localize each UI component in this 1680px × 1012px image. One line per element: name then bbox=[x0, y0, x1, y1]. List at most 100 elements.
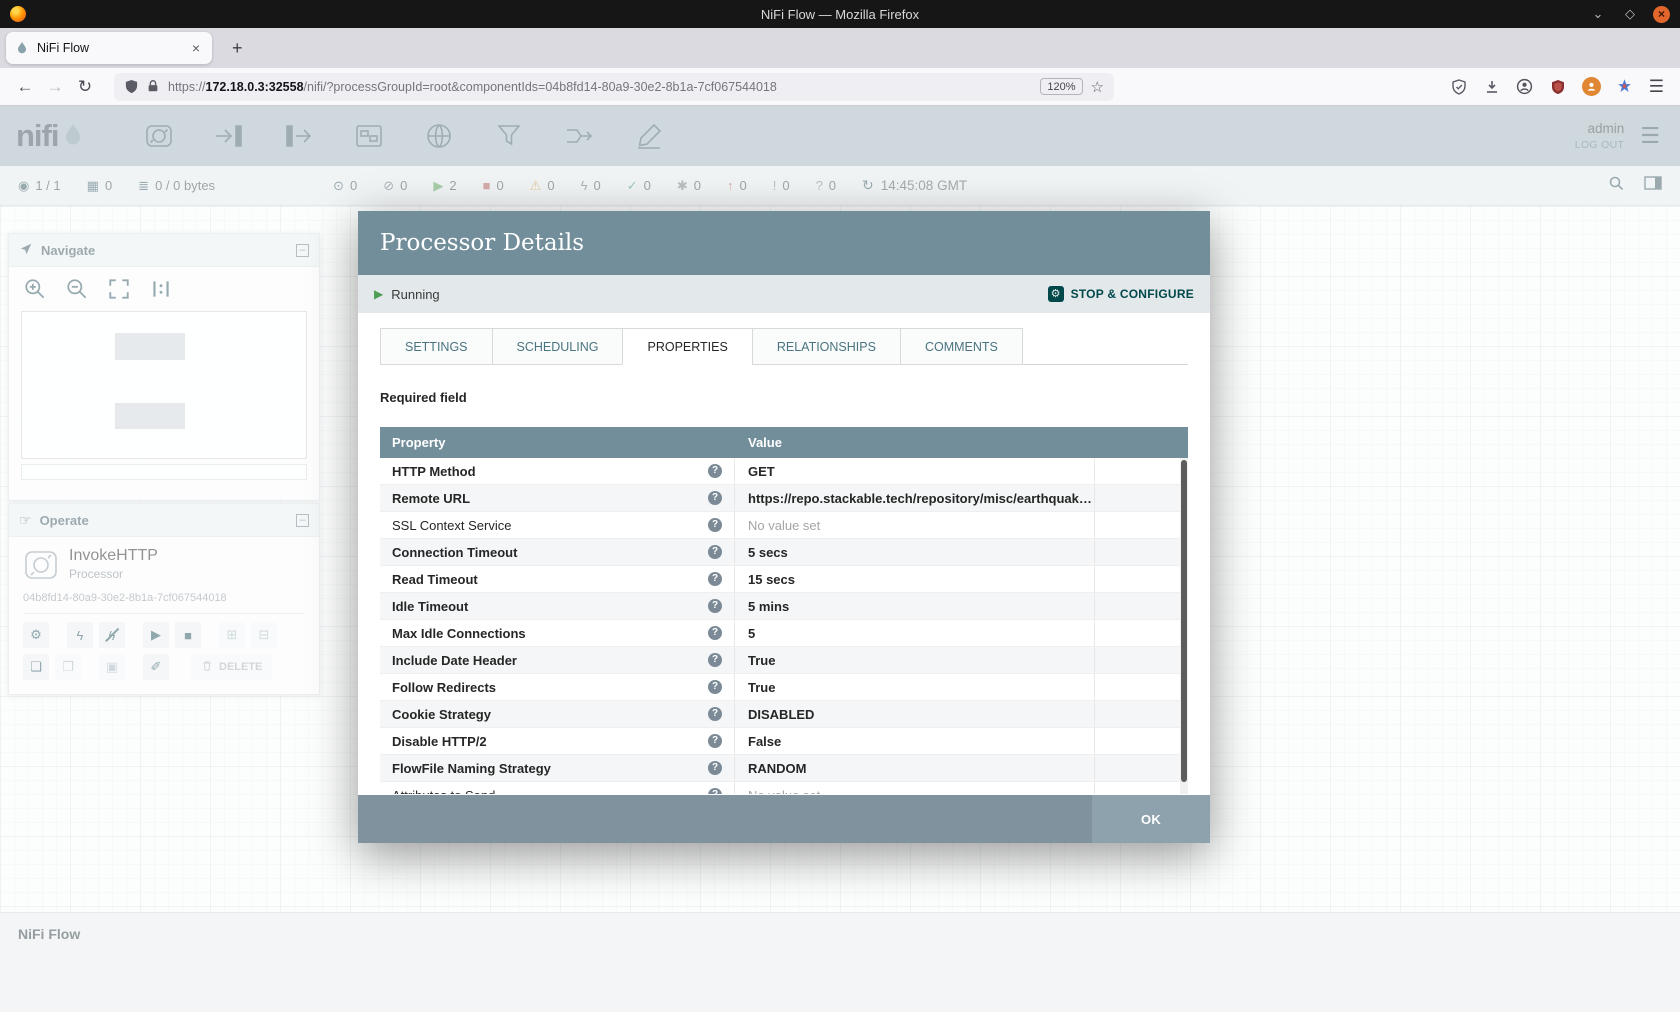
app-menu-icon[interactable]: ☰ bbox=[1649, 77, 1664, 97]
extension-shield-icon[interactable] bbox=[1450, 78, 1468, 96]
property-row[interactable]: HTTP Method?GET bbox=[380, 458, 1188, 485]
scrollbar-thumb[interactable] bbox=[1181, 460, 1187, 782]
maximize-button[interactable]: ◇ bbox=[1621, 5, 1639, 23]
help-icon[interactable]: ? bbox=[708, 761, 722, 775]
table-scrollbar[interactable] bbox=[1180, 458, 1188, 794]
tab-comments[interactable]: COMMENTS bbox=[900, 328, 1023, 365]
property-name: SSL Context Service bbox=[392, 518, 511, 533]
zoom-indicator[interactable]: 120% bbox=[1040, 78, 1082, 95]
property-value[interactable]: 15 secs bbox=[735, 566, 1095, 592]
nifi-favicon-icon bbox=[14, 40, 30, 56]
help-icon[interactable]: ? bbox=[708, 491, 722, 505]
ublock-icon[interactable] bbox=[1549, 78, 1567, 96]
dialog-title: Processor Details bbox=[380, 230, 584, 256]
nifi-application: nifi bbox=[0, 106, 1680, 1012]
back-button[interactable]: ← bbox=[10, 77, 40, 97]
extension-pinwheel-icon[interactable] bbox=[1616, 78, 1634, 96]
property-row[interactable]: SSL Context Service? No value set bbox=[380, 512, 1188, 539]
property-row[interactable]: Attributes to Send? No value set bbox=[380, 782, 1188, 794]
property-row[interactable]: Idle Timeout?5 mins bbox=[380, 593, 1188, 620]
property-row[interactable]: Read Timeout?15 secs bbox=[380, 566, 1188, 593]
property-name: Cookie Strategy bbox=[392, 707, 491, 722]
reload-button[interactable]: ↻ bbox=[70, 77, 100, 97]
property-value[interactable]: True bbox=[735, 647, 1095, 673]
property-value[interactable]: True bbox=[735, 674, 1095, 700]
tab-scheduling[interactable]: SCHEDULING bbox=[492, 328, 624, 365]
value-column-header: Value bbox=[735, 435, 1095, 450]
property-value[interactable]: No value set bbox=[735, 512, 1095, 538]
window-titlebar: NiFi Flow — Mozilla Firefox ⌄ ◇ × bbox=[0, 0, 1680, 28]
property-name: Attributes to Send bbox=[392, 788, 495, 795]
tab-properties[interactable]: PROPERTIES bbox=[622, 328, 752, 365]
dialog-tabbar: SETTINGSSCHEDULINGPROPERTIESRELATIONSHIP… bbox=[380, 328, 1188, 365]
property-value[interactable]: 5 secs bbox=[735, 539, 1095, 565]
property-name: Max Idle Connections bbox=[392, 626, 526, 641]
dialog-footer: OK bbox=[358, 795, 1210, 843]
window-title: NiFi Flow — Mozilla Firefox bbox=[0, 7, 1680, 22]
tab-settings[interactable]: SETTINGS bbox=[380, 328, 493, 365]
help-icon[interactable]: ? bbox=[708, 653, 722, 667]
property-value[interactable]: No value set bbox=[735, 782, 1095, 794]
property-name: Include Date Header bbox=[392, 653, 517, 668]
help-icon[interactable]: ? bbox=[708, 464, 722, 478]
help-icon[interactable]: ? bbox=[708, 626, 722, 640]
property-name: FlowFile Naming Strategy bbox=[392, 761, 551, 776]
help-icon[interactable]: ? bbox=[708, 572, 722, 586]
properties-table: Property Value HTTP Method?GETRemote URL… bbox=[380, 427, 1188, 794]
required-field-label: Required field bbox=[380, 390, 1188, 405]
close-window-button[interactable]: × bbox=[1653, 6, 1670, 23]
ok-button[interactable]: OK bbox=[1092, 795, 1210, 843]
help-icon[interactable]: ? bbox=[708, 599, 722, 613]
properties-table-header: Property Value bbox=[380, 427, 1188, 458]
dialog-status-bar: ▶ Running ⚙ STOP & CONFIGURE bbox=[358, 275, 1210, 313]
property-value[interactable]: GET bbox=[735, 458, 1095, 484]
url-text[interactable]: https://172.18.0.3:32558/nifi/?processGr… bbox=[168, 80, 1032, 94]
url-path: /nifi/?processGroupId=root&componentIds=… bbox=[304, 80, 777, 94]
https-lock-icon[interactable] bbox=[146, 79, 161, 94]
property-row[interactable]: Remote URL? https://repo.stackable.tech/r… bbox=[380, 485, 1188, 512]
property-value[interactable]: 5 mins bbox=[735, 593, 1095, 619]
property-value[interactable]: RANDOM bbox=[735, 755, 1095, 781]
property-row[interactable]: FlowFile Naming Strategy? RANDOM bbox=[380, 755, 1188, 782]
running-state-label: Running bbox=[391, 287, 439, 302]
processor-details-dialog: Processor Details ▶ Running ⚙ STOP & CON… bbox=[358, 211, 1210, 843]
url-bar[interactable]: https://172.18.0.3:32558/nifi/?processGr… bbox=[114, 73, 1114, 101]
tab-close-icon[interactable]: × bbox=[188, 40, 204, 56]
property-value[interactable]: https://repo.stackable.tech/repository/m… bbox=[735, 485, 1095, 511]
stop-and-configure-button[interactable]: ⚙ STOP & CONFIGURE bbox=[1048, 286, 1194, 302]
dialog-header: Processor Details bbox=[358, 211, 1210, 275]
help-icon[interactable]: ? bbox=[708, 545, 722, 559]
browser-toolbar: ← → ↻ https://172.18.0.3:32558/nifi/?pro… bbox=[0, 68, 1680, 106]
property-row[interactable]: Disable HTTP/2?False bbox=[380, 728, 1188, 755]
property-value[interactable]: False bbox=[735, 728, 1095, 754]
browser-tab-bar: NiFi Flow × + bbox=[0, 28, 1680, 68]
property-row[interactable]: Max Idle Connections? 5 bbox=[380, 620, 1188, 647]
property-column-header: Property bbox=[380, 435, 735, 450]
account-container-icon[interactable] bbox=[1516, 78, 1534, 96]
property-value[interactable]: DISABLED bbox=[735, 701, 1095, 727]
help-icon[interactable]: ? bbox=[708, 788, 722, 794]
browser-tab[interactable]: NiFi Flow × bbox=[6, 32, 212, 64]
help-icon[interactable]: ? bbox=[708, 518, 722, 532]
help-icon[interactable]: ? bbox=[708, 734, 722, 748]
downloads-icon[interactable] bbox=[1483, 78, 1501, 96]
tab-relationships[interactable]: RELATIONSHIPS bbox=[752, 328, 901, 365]
property-row[interactable]: Connection Timeout?5 secs bbox=[380, 539, 1188, 566]
stop-configure-label: STOP & CONFIGURE bbox=[1071, 287, 1194, 301]
minimize-button[interactable]: ⌄ bbox=[1589, 5, 1607, 23]
property-row[interactable]: Cookie Strategy? DISABLED bbox=[380, 701, 1188, 728]
bookmark-star-icon[interactable]: ☆ bbox=[1091, 78, 1104, 96]
profile-avatar[interactable] bbox=[1582, 77, 1601, 96]
property-row[interactable]: Follow Redirects?True bbox=[380, 674, 1188, 701]
forward-button[interactable]: → bbox=[40, 77, 70, 97]
help-icon[interactable]: ? bbox=[708, 707, 722, 721]
tracking-protection-shield-icon[interactable] bbox=[124, 79, 139, 94]
new-tab-button[interactable]: + bbox=[226, 38, 249, 59]
toolbar-buttons: ☰ bbox=[1450, 77, 1664, 97]
property-value[interactable]: 5 bbox=[735, 620, 1095, 646]
property-row[interactable]: Include Date Header? True bbox=[380, 647, 1188, 674]
stop-configure-icon: ⚙ bbox=[1048, 286, 1064, 302]
properties-table-body: HTTP Method?GETRemote URL?https://repo.s… bbox=[380, 458, 1188, 794]
property-name: Remote URL bbox=[392, 491, 470, 506]
help-icon[interactable]: ? bbox=[708, 680, 722, 694]
